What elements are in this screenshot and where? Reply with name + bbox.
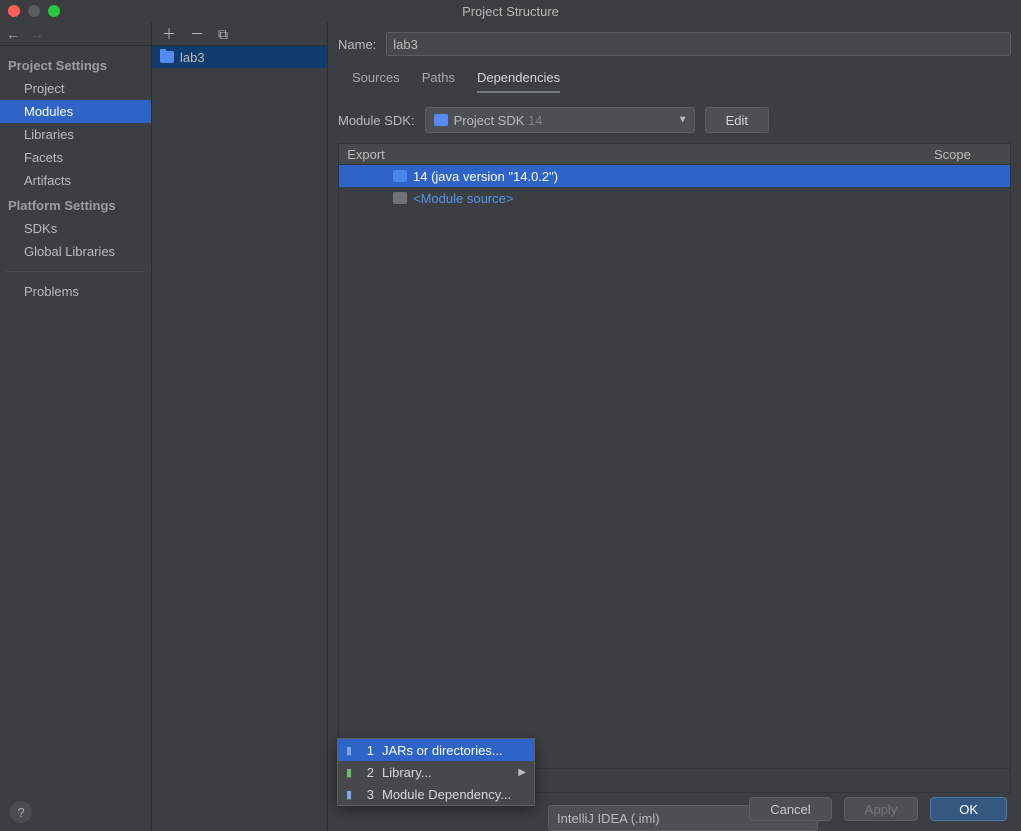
jar-icon: ▮: [346, 744, 356, 757]
dependency-row-sdk[interactable]: 14 (java version "14.0.2"): [339, 165, 1010, 187]
tab-dependencies[interactable]: Dependencies: [477, 70, 560, 93]
module-details-panel: Name: Sources Paths Dependencies Module …: [328, 22, 1021, 831]
remove-module-icon[interactable]: －: [190, 27, 204, 41]
module-folder-icon: [160, 51, 174, 63]
modules-column: ＋ － ⧉ lab3: [152, 22, 328, 831]
popup-item-label: Library...: [382, 765, 432, 780]
sdk-folder-icon: [434, 114, 448, 126]
module-sdk-label: Module SDK:: [338, 113, 415, 128]
popup-item-library[interactable]: ▮ 2 Library... ▶: [338, 761, 534, 783]
module-sdk-value: Project SDK: [454, 113, 525, 128]
submenu-arrow-icon: ▶: [518, 767, 526, 778]
titlebar: Project Structure: [0, 0, 1021, 22]
module-item-label: lab3: [180, 50, 205, 65]
copy-module-icon[interactable]: ⧉: [218, 27, 228, 41]
module-source-icon: [393, 192, 407, 204]
popup-item-num: 2: [364, 765, 374, 780]
window-title: Project Structure: [0, 4, 1021, 19]
popup-item-num: 1: [364, 743, 374, 758]
sdk-icon: [393, 170, 407, 182]
sidebar-header-platform-settings: Platform Settings: [0, 192, 151, 217]
sidebar-history-nav: ← →: [0, 22, 151, 46]
module-tabs: Sources Paths Dependencies: [352, 70, 1011, 93]
modules-toolbar: ＋ － ⧉: [152, 22, 327, 46]
name-label: Name:: [338, 37, 376, 52]
add-module-icon[interactable]: ＋: [162, 27, 176, 41]
dependency-row-module-source[interactable]: <Module source>: [339, 187, 1010, 209]
popup-item-module-dependency[interactable]: ▮ 3 Module Dependency...: [338, 783, 534, 805]
settings-sidebar: ← → Project Settings Project Modules Lib…: [0, 22, 152, 831]
sidebar-item-libraries[interactable]: Libraries: [0, 123, 151, 146]
sidebar-item-artifacts[interactable]: Artifacts: [0, 169, 151, 192]
column-export[interactable]: Export: [339, 147, 393, 162]
library-icon: ▮: [346, 766, 356, 779]
module-sdk-version: 14: [528, 113, 542, 128]
forward-icon[interactable]: →: [30, 27, 44, 41]
module-name-input[interactable]: [386, 32, 1011, 56]
sidebar-item-problems[interactable]: Problems: [0, 280, 151, 303]
help-button[interactable]: ?: [10, 801, 32, 823]
module-item-lab3[interactable]: lab3: [152, 46, 327, 68]
module-format-value: IntelliJ IDEA (.iml): [557, 811, 660, 826]
popup-item-num: 3: [364, 787, 374, 802]
sidebar-header-project-settings: Project Settings: [0, 52, 151, 77]
dependency-label: <Module source>: [413, 191, 513, 206]
popup-item-label: Module Dependency...: [382, 787, 511, 802]
popup-item-jars[interactable]: ▮ 1 JARs or directories...: [338, 739, 534, 761]
module-sdk-combo[interactable]: Project SDK 14 ▼: [425, 107, 695, 133]
popup-item-label: JARs or directories...: [382, 743, 503, 758]
sidebar-item-global-libraries[interactable]: Global Libraries: [0, 240, 151, 263]
back-icon[interactable]: ←: [6, 27, 20, 41]
sidebar-item-facets[interactable]: Facets: [0, 146, 151, 169]
dialog-buttons: Cancel Apply OK: [749, 797, 1007, 821]
sidebar-item-modules[interactable]: Modules: [0, 100, 151, 123]
dependencies-header: Export Scope: [338, 143, 1011, 165]
cancel-button[interactable]: Cancel: [749, 797, 831, 821]
column-scope[interactable]: Scope: [928, 147, 1010, 162]
apply-button[interactable]: Apply: [844, 797, 919, 821]
edit-sdk-button[interactable]: Edit: [705, 107, 769, 133]
dependency-label: 14 (java version "14.0.2"): [413, 169, 558, 184]
module-dep-icon: ▮: [346, 788, 356, 801]
add-dependency-popup: ▮ 1 JARs or directories... ▮ 2 Library..…: [337, 738, 535, 806]
tab-paths[interactable]: Paths: [422, 70, 455, 93]
ok-button[interactable]: OK: [930, 797, 1007, 821]
sidebar-item-sdks[interactable]: SDKs: [0, 217, 151, 240]
sidebar-separator: [6, 271, 145, 272]
sidebar-item-project[interactable]: Project: [0, 77, 151, 100]
tab-sources[interactable]: Sources: [352, 70, 400, 93]
chevron-down-icon: ▼: [678, 115, 688, 126]
dependencies-list: 14 (java version "14.0.2") <Module sourc…: [338, 165, 1011, 769]
